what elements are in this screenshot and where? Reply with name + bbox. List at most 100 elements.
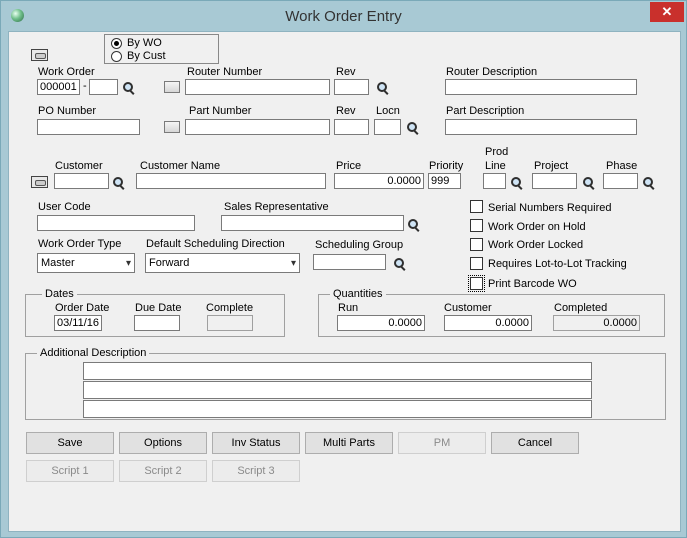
sales-rep-label: Sales Representative [224,201,329,213]
work-order-label: Work Order [38,66,95,78]
scheduling-direction-label: Default Scheduling Direction [146,238,285,250]
customer-name-field[interactable] [136,173,326,189]
quantity-customer-field[interactable]: 0.0000 [444,315,532,331]
router-rev-field[interactable] [334,79,369,95]
lot-to-lot-tracking-label: Requires Lot-to-Lot Tracking [488,258,627,270]
dates-group-title: Dates [42,288,77,300]
user-code-label: User Code [38,201,91,213]
mode-radio-group: By WO By Cust [104,34,219,64]
radio-by-cust[interactable] [111,51,122,62]
part-rev-label: Rev [336,105,356,117]
script-3-button: Script 3 [212,460,300,482]
radio-by-cust-label: By Cust [127,50,166,62]
close-button[interactable]: ✕ [650,2,684,22]
work-order-search-icon[interactable] [123,82,136,95]
radio-by-wo[interactable] [111,38,122,49]
script-2-button: Script 2 [119,460,207,482]
part-rev-field[interactable] [334,119,369,135]
scheduling-direction-select[interactable]: Forward ▾ [145,253,300,273]
lot-to-lot-tracking-checkbox[interactable] [470,257,483,270]
print-barcode-wo-checkbox[interactable] [468,275,485,292]
part-lookup-button[interactable] [164,121,180,133]
order-date-field[interactable]: 03/11/16 [54,315,102,331]
title-bar: Work Order Entry ✕ [1,1,686,31]
work-order-type-select[interactable]: Master ▾ [37,253,135,273]
cancel-button[interactable]: Cancel [491,432,579,454]
save-button[interactable]: Save [26,432,114,454]
work-order-separator: - [83,80,87,92]
additional-description-line-2[interactable] [83,381,592,399]
priority-field[interactable]: 999 [428,173,461,189]
customer-field[interactable] [54,173,109,189]
router-description-field[interactable] [445,79,637,95]
run-field[interactable]: 0.0000 [337,315,425,331]
prod-line-field[interactable] [483,173,506,189]
phase-search-icon[interactable] [643,177,656,190]
phase-field[interactable] [603,173,638,189]
order-date-label: Order Date [55,302,110,314]
project-search-icon[interactable] [583,177,596,190]
po-number-field[interactable] [37,119,140,135]
pm-button: PM [398,432,486,454]
router-number-field[interactable] [185,79,330,95]
additional-description-line-3[interactable] [83,400,592,418]
locn-label: Locn [376,105,400,117]
router-description-label: Router Description [446,66,538,78]
form-area: By WO By Cust Work Order 000001 - Router… [8,31,681,532]
router-number-label: Router Number [187,66,263,78]
part-number-label: Part Number [189,105,252,117]
serial-numbers-required-checkbox[interactable] [470,200,483,213]
po-number-label: PO Number [38,105,97,117]
quantities-group-title: Quantities [330,288,386,300]
completed-field: 0.0000 [553,315,640,331]
price-label: Price [336,160,362,172]
scheduling-group-field[interactable] [313,254,386,270]
user-code-field[interactable] [37,215,195,231]
part-number-field[interactable] [185,119,330,135]
scheduling-group-label: Scheduling Group [315,239,404,251]
work-order-on-hold-checkbox[interactable] [470,219,483,232]
options-button[interactable]: Options [119,432,207,454]
sales-rep-field[interactable] [221,215,404,231]
work-order-field[interactable]: 000001 [37,79,80,95]
locn-field[interactable] [374,119,401,135]
due-date-field[interactable] [134,315,180,331]
customer-search-icon[interactable] [113,177,126,190]
prod-line-label-line1: Prod [485,146,509,158]
scheduling-direction-value: Forward [149,257,190,269]
customer-card-icon[interactable] [31,49,48,61]
work-order-locked-checkbox[interactable] [470,238,483,251]
customer-label: Customer [55,160,103,172]
due-date-label: Due Date [135,302,182,314]
router-lookup-button[interactable] [164,81,180,93]
complete-field [207,315,253,331]
customer-name-label: Customer Name [140,160,221,172]
run-label: Run [338,302,359,314]
work-order-entry-window: Work Order Entry ✕ By WO By Cust Work Or… [0,0,687,538]
project-field[interactable] [532,173,577,189]
chevron-down-icon: ▾ [125,258,131,269]
inv-status-button[interactable]: Inv Status [212,432,300,454]
window-title: Work Order Entry [285,8,402,25]
work-order-on-hold-label: Work Order on Hold [488,221,586,233]
additional-description-title: Additional Description [37,347,150,359]
scheduling-group-search-icon[interactable] [394,258,407,271]
print-barcode-wo-label: Print Barcode WO [488,278,577,290]
router-rev-label: Rev [336,66,356,78]
customer-card-icon-2[interactable] [31,176,48,188]
prod-line-label-line2: Line [485,160,506,172]
multi-parts-button[interactable]: Multi Parts [305,432,393,454]
work-order-suffix-field[interactable] [89,79,118,95]
project-label: Project [534,160,569,172]
additional-description-line-1[interactable] [83,362,592,380]
chevron-down-icon: ▾ [290,258,296,269]
price-field[interactable]: 0.0000 [334,173,424,189]
sales-rep-search-icon[interactable] [408,219,421,232]
prod-line-search-icon[interactable] [511,177,524,190]
part-description-field[interactable] [445,119,637,135]
work-order-type-value: Master [41,257,75,269]
locn-search-icon[interactable] [407,122,420,135]
completed-label: Completed [554,302,608,314]
router-rev-search-icon[interactable] [377,82,390,95]
complete-label: Complete [206,302,254,314]
